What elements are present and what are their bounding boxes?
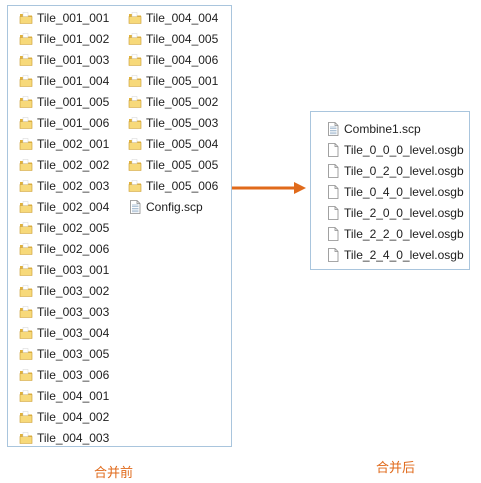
- folder-icon: [19, 54, 33, 66]
- after-merge-panel: Combine1.scp Tile_0_0_0_level.osgb Tile_0_…: [310, 111, 470, 270]
- file-name-label: Tile_001_006: [37, 116, 110, 130]
- folder-icon: [128, 117, 142, 129]
- folder-icon: [128, 75, 142, 87]
- file-name-label: Tile_002_006: [37, 242, 110, 256]
- caption-after: 合并后: [376, 460, 416, 475]
- folder-icon: [128, 96, 142, 108]
- file-name-label: Tile_003_002: [37, 284, 110, 298]
- folder-icon: [19, 180, 33, 192]
- folder-icon: [128, 138, 142, 150]
- folder-icon: [19, 117, 33, 129]
- folder-icon: [19, 432, 33, 444]
- folder-icon: [19, 390, 33, 402]
- folder-icon: [19, 411, 33, 423]
- folder-icon: [19, 327, 33, 339]
- blank-file-icon: [328, 143, 339, 157]
- file-name-label: Tile_002_004: [37, 200, 110, 214]
- blank-file-icon: [328, 206, 339, 220]
- file-name-label: Tile_004_006: [146, 53, 219, 67]
- caption-before: 合并前: [94, 465, 134, 480]
- file-name-label: Tile_001_004: [37, 74, 110, 88]
- file-name-label: Tile_005_005: [146, 158, 219, 172]
- folder-icon: [128, 12, 142, 24]
- blank-file-icon: [328, 248, 339, 262]
- file-name-label: Tile_001_002: [37, 32, 110, 46]
- folder-icon: [19, 33, 33, 45]
- file-name-label: Tile_0_2_0_level.osgb: [344, 164, 464, 178]
- file-name-label: Tile_002_002: [37, 158, 110, 172]
- file-name-label: Tile_003_004: [37, 326, 110, 340]
- file-name-label: Tile_005_002: [146, 95, 219, 109]
- folder-icon: [19, 348, 33, 360]
- folder-icon: [128, 33, 142, 45]
- folder-icon: [19, 306, 33, 318]
- blank-file-icon: [328, 227, 339, 241]
- file-name-label: Tile_0_4_0_level.osgb: [344, 185, 464, 199]
- folder-icon: [128, 180, 142, 192]
- before-merge-panel: Tile_001_001 Tile_001_002 Tile_001_003 Tile…: [7, 5, 232, 447]
- folder-icon: [19, 12, 33, 24]
- file-name-label: Config.scp: [146, 200, 203, 214]
- folder-icon: [19, 75, 33, 87]
- file-name-label: Tile_004_005: [146, 32, 219, 46]
- file-name-label: Tile_004_001: [37, 389, 110, 403]
- folder-icon: [19, 264, 33, 276]
- file-name-label: Tile_2_4_0_level.osgb: [344, 248, 464, 262]
- file-name-label: Tile_003_006: [37, 368, 110, 382]
- file-name-label: Tile_001_001: [37, 11, 110, 25]
- file-name-label: Tile_2_0_0_level.osgb: [344, 206, 464, 220]
- file-name-label: Tile_003_003: [37, 305, 110, 319]
- file-name-label: Tile_004_003: [37, 431, 110, 445]
- folder-icon: [19, 369, 33, 381]
- file-name-label: Tile_002_001: [37, 137, 110, 151]
- file-name-label: Tile_005_004: [146, 137, 219, 151]
- file-name-label: Tile_2_2_0_level.osgb: [344, 227, 464, 241]
- file-name-label: Tile_002_005: [37, 221, 110, 235]
- folder-icon: [19, 285, 33, 297]
- folder-icon: [128, 54, 142, 66]
- file-name-label: Tile_001_005: [37, 95, 110, 109]
- folder-icon: [128, 159, 142, 171]
- file-name-label: Tile_004_004: [146, 11, 219, 25]
- file-name-label: Tile_003_005: [37, 347, 110, 361]
- file-name-label: Tile_0_0_0_level.osgb: [344, 143, 464, 157]
- file-name-label: Combine1.scp: [344, 122, 421, 136]
- blank-file-icon: [328, 164, 339, 178]
- file-name-label: Tile_005_006: [146, 179, 219, 193]
- arrow-head: [294, 182, 306, 194]
- folder-icon: [19, 159, 33, 171]
- folder-icon: [19, 96, 33, 108]
- file-name-label: Tile_004_002: [37, 410, 110, 424]
- blank-file-icon: [328, 185, 339, 199]
- folder-icon: [19, 201, 33, 213]
- file-name-label: Tile_003_001: [37, 263, 110, 277]
- folder-icon: [19, 138, 33, 150]
- file-name-label: Tile_005_003: [146, 116, 219, 130]
- file-name-label: Tile_002_003: [37, 179, 110, 193]
- file-name-label: Tile_001_003: [37, 53, 110, 67]
- scp-file-icon: [328, 122, 339, 136]
- file-name-label: Tile_005_001: [146, 74, 219, 88]
- folder-icon: [19, 222, 33, 234]
- folder-icon: [19, 243, 33, 255]
- scp-file-icon: [130, 200, 141, 214]
- merge-arrow: [232, 182, 306, 194]
